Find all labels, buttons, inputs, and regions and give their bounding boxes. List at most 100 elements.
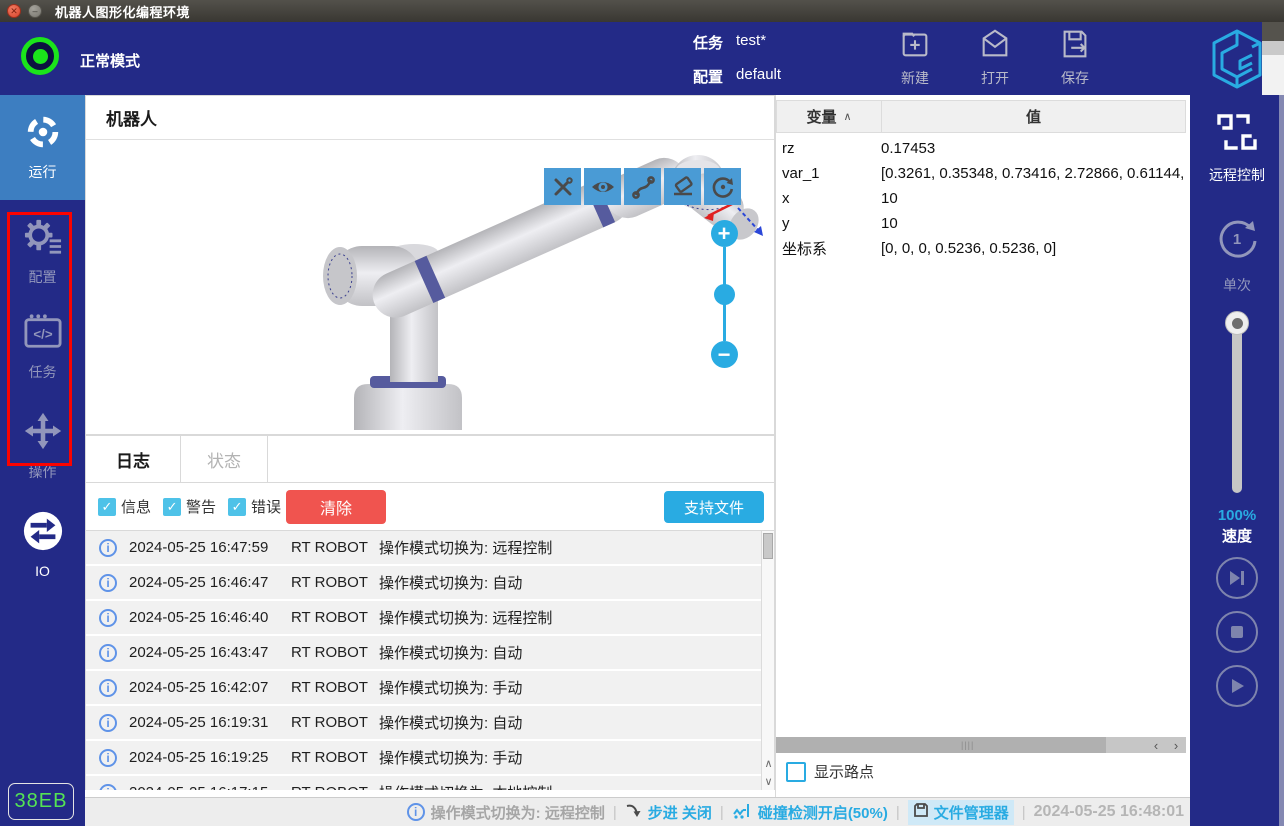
variables-hscrollbar[interactable]: |||| ‹ ›	[776, 737, 1186, 753]
zoom-slider-handle[interactable]	[714, 284, 735, 305]
log-row[interactable]: i 2024-05-25 16:46:40 RT ROBOT 操作模式切换为: …	[86, 601, 774, 634]
sidebar-item-io[interactable]: IO	[0, 510, 85, 579]
zoom-slider-track-lower[interactable]	[723, 303, 726, 342]
stop-button[interactable]	[1216, 611, 1258, 653]
variable-row[interactable]: rz0.17453	[776, 136, 1186, 161]
step-icon	[625, 802, 642, 822]
single-run-button[interactable]: 1 单次	[1190, 213, 1284, 295]
variable-row[interactable]: y10	[776, 211, 1186, 236]
app-window: ✕ – 机器人图形化编程环境 正常模式 任务 test* 配置 default …	[0, 0, 1284, 826]
tools-button[interactable]	[544, 168, 581, 205]
variables-table-header: 变量∧ 值	[776, 100, 1186, 133]
log-filterbar: ✓ 信息 ✓ 警告 ✓ 错误 清除 支持文件	[86, 483, 774, 531]
step-forward-button[interactable]	[1216, 557, 1258, 599]
hscroll-right-button[interactable]: ›	[1166, 737, 1186, 753]
info-icon: i	[99, 749, 117, 767]
eraser-button[interactable]	[664, 168, 701, 205]
statusbar-file-manager[interactable]: 文件管理器	[908, 800, 1014, 825]
scroll-up-button[interactable]: ∧	[762, 754, 774, 772]
hscrollbar-thumb[interactable]	[776, 737, 1106, 753]
speed-slider[interactable]	[1232, 313, 1242, 493]
statusbar-mode-message: i 操作模式切换为: 远程控制	[407, 802, 605, 823]
open-button[interactable]: 打开	[963, 27, 1027, 91]
svg-text:1: 1	[1233, 231, 1241, 248]
zoom-slider-track[interactable]	[723, 247, 726, 286]
mode-status-icon	[21, 37, 59, 75]
scroll-down-button[interactable]: ∨	[762, 772, 774, 790]
robot-3d-viewport[interactable]: + −	[86, 140, 774, 434]
log-row[interactable]: i 2024-05-25 16:19:25 RT ROBOT 操作模式切换为: …	[86, 741, 774, 774]
sidebar-item-run[interactable]: 运行	[0, 95, 85, 200]
new-file-icon	[898, 27, 932, 66]
zoom-control: + −	[710, 220, 738, 368]
clear-log-button[interactable]: 清除	[286, 490, 386, 524]
sidebar-item-task[interactable]: </> 任务	[0, 313, 85, 382]
checkbox-unchecked	[786, 762, 806, 782]
log-scrollbar[interactable]: ∧ ∨	[761, 531, 774, 790]
left-sidebar: 运行 配置	[0, 95, 85, 826]
config-label: 配置	[693, 66, 723, 87]
io-icon	[22, 510, 64, 557]
reset-view-button[interactable]	[704, 168, 741, 205]
show-waypoints-checkbox[interactable]: 显示路点	[786, 761, 874, 782]
corner-strip	[1262, 22, 1284, 95]
svg-text:</>: </>	[33, 327, 52, 342]
sidebar-item-operate[interactable]: 操作	[0, 411, 85, 482]
window-titlebar: ✕ – 机器人图形化编程环境	[0, 0, 1284, 22]
filter-error-checkbox[interactable]: ✓ 错误	[228, 496, 281, 517]
log-row[interactable]: i 2024-05-25 16:42:07 RT ROBOT 操作模式切换为: …	[86, 671, 774, 704]
log-row[interactable]: i 2024-05-25 16:46:47 RT ROBOT 操作模式切换为: …	[86, 566, 774, 599]
column-header-variable[interactable]: 变量∧	[777, 101, 882, 132]
collision-icon	[732, 802, 752, 823]
single-cycle-icon: 1	[1211, 213, 1263, 270]
robot-panel: 机器人	[85, 95, 775, 435]
column-header-value[interactable]: 值	[882, 101, 1185, 132]
run-icon	[24, 113, 62, 156]
variable-row[interactable]: var_1[0.3261, 0.35348, 0.73416, 2.72866,…	[776, 161, 1186, 186]
visibility-button[interactable]	[584, 168, 621, 205]
variable-row[interactable]: x10	[776, 186, 1186, 211]
statusbar-step-toggle[interactable]: 步进 关闭	[625, 802, 712, 823]
variables-rows: rz0.17453 var_1[0.3261, 0.35348, 0.73416…	[776, 136, 1186, 261]
new-button[interactable]: 新建	[883, 27, 947, 91]
window-edge-strip	[1279, 95, 1284, 826]
zoom-out-button[interactable]: −	[711, 341, 738, 368]
viewport-toolbar	[544, 168, 741, 205]
remote-control-button[interactable]: 远程控制	[1190, 109, 1284, 185]
log-row[interactable]: i 2024-05-25 16:19:31 RT ROBOT 操作模式切换为: …	[86, 706, 774, 739]
info-icon: i	[99, 574, 117, 592]
remote-control-icon	[1214, 109, 1260, 160]
statusbar-collision-toggle[interactable]: 碰撞检测开启(50%)	[732, 802, 888, 823]
log-scrollbar-thumb[interactable]	[763, 533, 773, 559]
path-button[interactable]	[624, 168, 661, 205]
info-icon: i	[99, 609, 117, 627]
window-minimize-button[interactable]: –	[28, 4, 42, 18]
info-icon: i	[407, 803, 425, 821]
status-bar: i 操作模式切换为: 远程控制 | 步进 关闭 | 碰撞检测开启(50%) |	[85, 797, 1190, 826]
variable-row[interactable]: 坐标系[0, 0, 0, 0.5236, 0.5236, 0]	[776, 236, 1186, 261]
log-panel: 日志 状态 ✓ 信息 ✓ 警告 ✓ 错误 清除 支持文件 i 2024-05-2…	[85, 435, 775, 790]
app-header: 正常模式 任务 test* 配置 default 新建 打开	[0, 22, 1284, 95]
log-row[interactable]: i 2024-05-25 16:43:47 RT ROBOT 操作模式切换为: …	[86, 636, 774, 669]
log-list[interactable]: i 2024-05-25 16:47:59 RT ROBOT 操作模式切换为: …	[86, 531, 774, 790]
hscroll-left-button[interactable]: ‹	[1146, 737, 1166, 753]
tab-log[interactable]: 日志	[86, 436, 181, 482]
log-row[interactable]: i 2024-05-25 16:17:15 RT ROBOT 操作模式切换为: …	[86, 776, 774, 790]
play-button[interactable]	[1216, 665, 1258, 707]
status-badge[interactable]: 38EB	[8, 783, 74, 820]
filter-warning-checkbox[interactable]: ✓ 警告	[163, 496, 216, 517]
filter-info-checkbox[interactable]: ✓ 信息	[98, 496, 151, 517]
speed-slider-handle[interactable]	[1225, 311, 1249, 335]
tab-status[interactable]: 状态	[181, 436, 268, 482]
speed-label: 速度	[1190, 525, 1284, 546]
log-row[interactable]: i 2024-05-25 16:47:59 RT ROBOT 操作模式切换为: …	[86, 531, 774, 564]
window-close-button[interactable]: ✕	[7, 4, 21, 18]
save-button[interactable]: 保存	[1043, 27, 1107, 91]
sidebar-item-config[interactable]: 配置	[0, 218, 85, 287]
task-value: test*	[736, 32, 766, 53]
support-files-button[interactable]: 支持文件	[664, 491, 764, 523]
zoom-in-button[interactable]: +	[711, 220, 738, 247]
gear-icon	[22, 218, 64, 261]
save-icon	[1058, 27, 1092, 66]
statusbar-datetime: 2024-05-25 16:48:01	[1034, 803, 1184, 821]
